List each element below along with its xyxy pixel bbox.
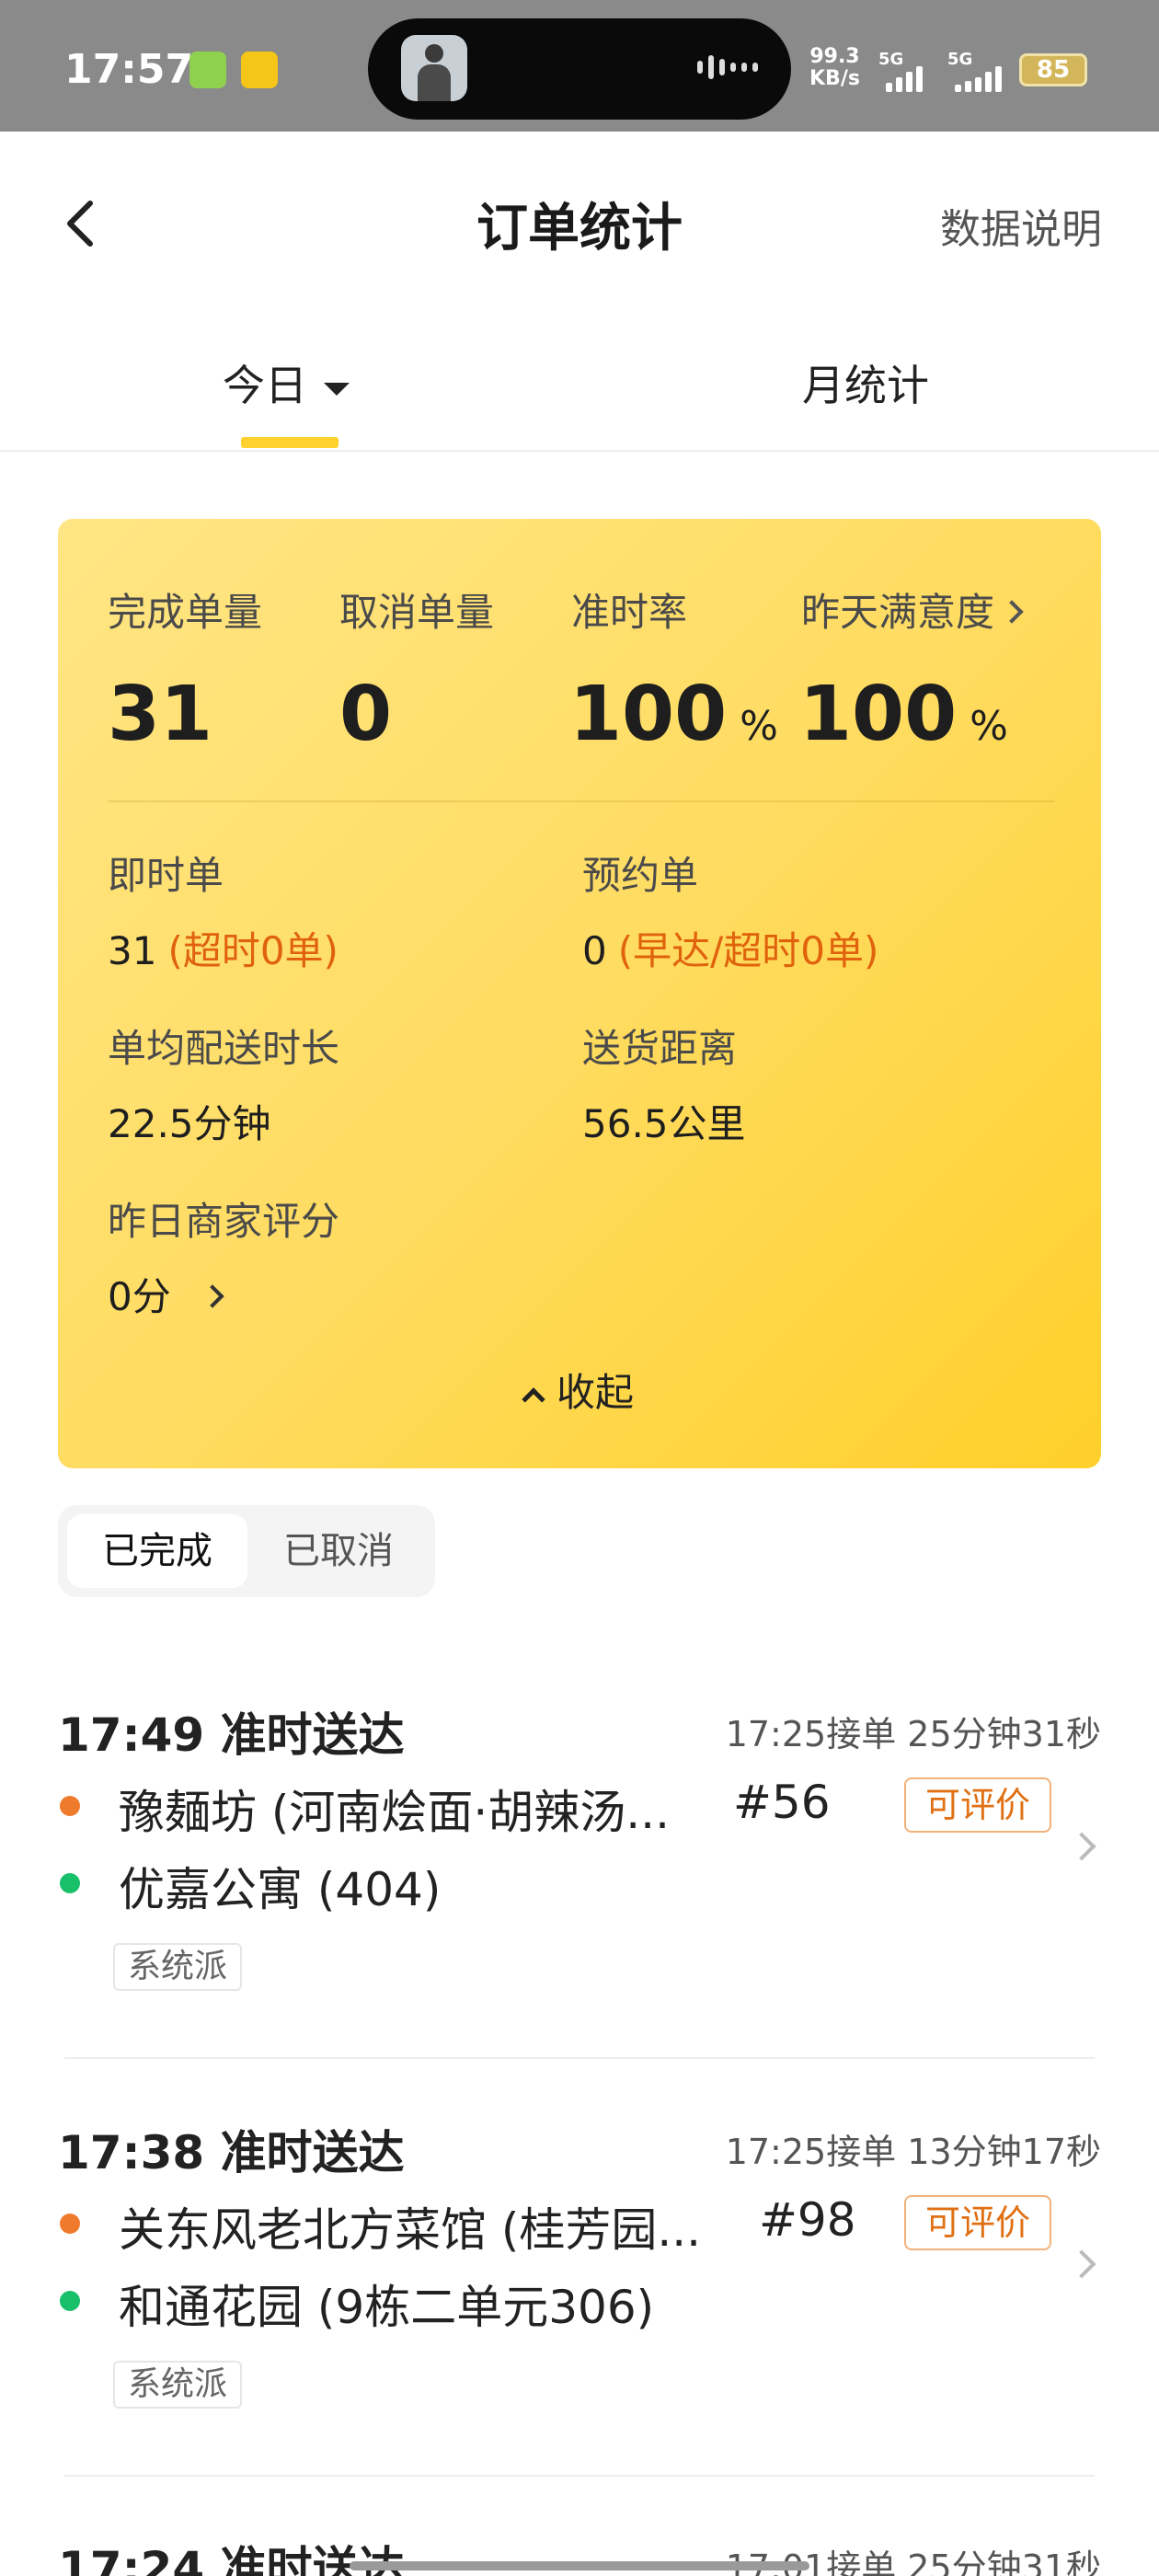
caret-down-icon xyxy=(324,382,350,396)
battery-icon: 85 xyxy=(1019,53,1087,86)
completed-label: 完成单量 xyxy=(108,590,263,635)
delivery-address: 和通花园 (9栋二单元306) xyxy=(119,2281,655,2334)
cancelled-label: 取消单量 xyxy=(339,590,495,635)
order-status: 17:49 准时送达 xyxy=(58,1708,405,1762)
order-time-meta: 17:25接单 13分钟17秒 xyxy=(725,2132,1101,2172)
order-time-meta: 17:25接单 25分钟31秒 xyxy=(725,1714,1101,1754)
ontime-value: 100% xyxy=(569,671,778,758)
order-card[interactable]: 17:38 准时送达 17:25接单 13分钟17秒 关东风老北方菜馆 (桂芳园… xyxy=(58,2116,1101,2484)
signal-icon: 5G xyxy=(878,50,934,92)
divider xyxy=(64,2057,1095,2059)
avg-time-label: 单均配送时长 xyxy=(108,1026,340,1071)
chevron-right-icon xyxy=(1067,1832,1096,1861)
tab-month[interactable]: 月统计 xyxy=(802,352,929,413)
status-time: 17:57 xyxy=(64,46,194,93)
app-header: 订单统计 数据说明 xyxy=(0,132,1159,316)
tab-today[interactable]: 今日 xyxy=(223,352,350,413)
dispatch-tag: 系统派 xyxy=(113,1943,243,1991)
instant-label: 即时单 xyxy=(108,853,224,898)
delivery-address: 优嘉公寓 (404) xyxy=(119,1863,442,1916)
dropoff-dot-icon xyxy=(60,2291,80,2311)
avg-time-value: 22.5分钟 xyxy=(108,1101,271,1146)
chevron-right-icon xyxy=(1067,2249,1096,2279)
dispatch-tag: 系统派 xyxy=(113,2361,243,2409)
signal-icon: 5G xyxy=(947,50,1003,92)
collapse-button[interactable]: 收起 xyxy=(58,1362,1101,1418)
merchant-rating-link[interactable]: 0分 xyxy=(108,1266,224,1322)
dropoff-dot-icon xyxy=(60,1873,80,1893)
shop-name: 豫麺坊 (河南烩面·胡辣汤... xyxy=(119,1786,670,1839)
distance-value: 56.5公里 xyxy=(582,1101,746,1146)
status-segmented-control: 已完成 已取消 xyxy=(58,1505,435,1597)
completed-value: 31 xyxy=(108,671,213,758)
divider xyxy=(108,800,1055,802)
audio-wave-icon xyxy=(697,55,758,79)
avatar xyxy=(401,35,467,101)
order-time-meta: 17:01接单 25分钟31秒 xyxy=(725,2547,1101,2576)
home-indicator[interactable] xyxy=(350,2561,809,2570)
network-speed: 99.3 KB/s xyxy=(809,45,860,90)
order-card[interactable]: 17:49 准时送达 17:25接单 25分钟31秒 豫麺坊 (河南烩面·胡辣汤… xyxy=(58,1698,1101,2066)
chevron-up-icon xyxy=(522,1386,545,1411)
rate-badge[interactable]: 可评价 xyxy=(904,2195,1051,2250)
order-number: #98 xyxy=(759,2193,856,2247)
segment-cancelled[interactable]: 已取消 xyxy=(251,1514,426,1588)
satisfaction-link[interactable]: 昨天满意度 xyxy=(801,581,1024,638)
ontime-label: 准时率 xyxy=(571,590,688,635)
dynamic-island[interactable] xyxy=(368,18,791,120)
reserved-value: 0 (早达/超时0单) xyxy=(582,928,879,973)
stats-card: 完成单量 取消单量 准时率 昨天满意度 31 0 100% 100% 即时单 3… xyxy=(58,519,1101,1468)
instant-value: 31 (超时0单) xyxy=(108,928,339,973)
satisfaction-value: 100% xyxy=(799,671,1008,758)
chevron-right-icon xyxy=(1000,599,1024,624)
app-notification-icon xyxy=(189,52,226,88)
data-explain-link[interactable]: 数据说明 xyxy=(940,196,1102,255)
order-number: #56 xyxy=(733,1776,831,1829)
reserved-label: 预约单 xyxy=(582,853,699,898)
active-tab-indicator xyxy=(241,437,339,448)
shop-name: 关东风老北方菜馆 (桂芳园... xyxy=(119,2203,702,2257)
cancelled-value: 0 xyxy=(339,671,393,758)
period-tabs: 今日 月统计 xyxy=(0,316,1159,452)
status-bar: 17:57 99.3 KB/s 5G 5G 85 xyxy=(0,0,1159,132)
segment-completed[interactable]: 已完成 xyxy=(67,1514,247,1588)
merchant-rating-label: 昨日商家评分 xyxy=(108,1199,340,1244)
app-notification-icon xyxy=(241,52,278,88)
distance-label: 送货距离 xyxy=(582,1026,738,1071)
pickup-dot-icon xyxy=(60,1796,80,1816)
order-status: 17:38 准时送达 xyxy=(58,2126,405,2179)
chevron-right-icon xyxy=(201,1283,224,1308)
pickup-dot-icon xyxy=(60,2214,80,2234)
divider xyxy=(64,2475,1095,2477)
rate-badge[interactable]: 可评价 xyxy=(904,1777,1051,1833)
